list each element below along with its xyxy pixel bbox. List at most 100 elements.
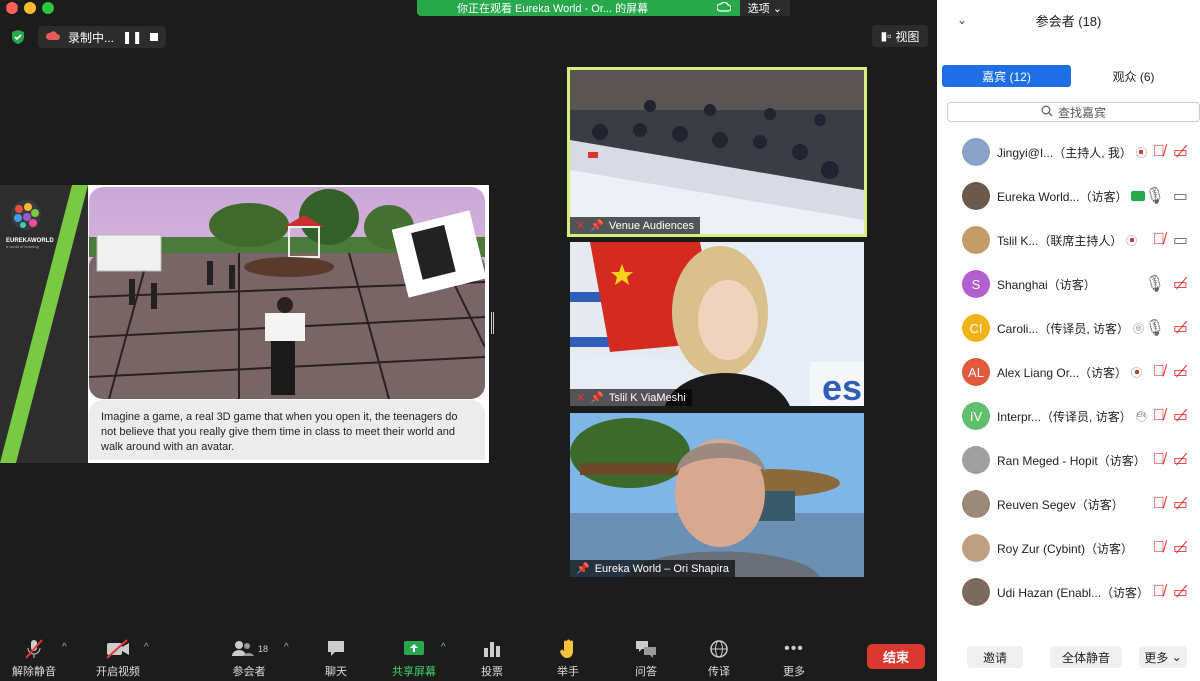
eureka-logo: EUREKAWORLD a world of learning xyxy=(6,199,56,249)
minimize-window-button[interactable] xyxy=(24,2,36,14)
list-item[interactable]: Jingyi@I...（主持人, 我） 🎙̸ ▭̸ xyxy=(937,130,1200,174)
split-view-divider[interactable] xyxy=(491,312,494,334)
avatar xyxy=(962,138,990,166)
panel-footer: 邀请 全体静音 更多 ⌄ xyxy=(937,644,1200,670)
video-off-icon[interactable]: ▭̸ xyxy=(1173,274,1188,294)
avatar: AL xyxy=(962,358,990,386)
chat-icon xyxy=(325,638,347,660)
view-button[interactable]: ▮▫ 视图 xyxy=(872,25,928,47)
unmute-button[interactable]: 解除静音 xyxy=(12,638,56,679)
participants-button[interactable]: 18 参会者 xyxy=(230,638,268,679)
shared-screen: EUREKAWORLD a world of learning Imagine … xyxy=(0,185,489,463)
recording-badge-icon xyxy=(1135,146,1147,158)
chat-button[interactable]: 聊天 xyxy=(325,638,347,679)
collapse-chevron-icon[interactable]: ⌄ xyxy=(957,13,967,27)
mic-muted-icon[interactable]: 🎙̸ xyxy=(1153,495,1165,513)
list-item[interactable]: Tslil K...（联席主持人） 🎙̸ ▭ xyxy=(937,218,1200,262)
video-tile-tslil[interactable]: es ✕ 📌 Tslil K ViaMeshi xyxy=(570,242,864,406)
participant-list: Jingyi@I...（主持人, 我） 🎙̸ ▭̸ Eureka World...… xyxy=(937,130,1200,614)
mic-muted-icon[interactable]: 🎙̸ xyxy=(1153,363,1165,381)
mic-muted-icon[interactable]: 🎙̸ xyxy=(1153,231,1165,249)
mic-muted-icon[interactable]: 🎙̸ xyxy=(1153,451,1165,469)
raise-hand-button[interactable]: 举手 xyxy=(557,638,579,679)
mic-muted-icon[interactable]: 🎙̸ xyxy=(1153,407,1165,425)
poll-label: 投票 xyxy=(481,666,503,678)
view-label: 视图 xyxy=(895,29,920,44)
list-item[interactable]: Udi Hazan (Enabl...（访客） 🎙̸ ▭̸ xyxy=(937,570,1200,614)
participants-options-caret[interactable]: ^ xyxy=(284,642,289,653)
screen-share-banner: 你正在观看 Eureka World - Or... 的屏幕 选项 ⌄ xyxy=(417,0,790,16)
video-tile-label: ✕ 📌 Tslil K ViaMeshi xyxy=(570,389,692,406)
interpretation-label: 传译 xyxy=(708,666,730,678)
meeting-toolbar: 解除静音 ^ 开启视频 ^ 18 参会者 ^ 聊天 共享屏幕 ^ 投票 举手 问… xyxy=(0,632,937,681)
interpretation-button[interactable]: 传译 xyxy=(708,638,730,679)
eureka-logo-icon xyxy=(11,200,41,230)
globe-icon xyxy=(708,638,730,660)
share-options-label: 选项 xyxy=(747,3,770,15)
share-screen-label: 共享屏幕 xyxy=(392,666,436,678)
tab-attendees[interactable]: 观众 (6) xyxy=(1071,65,1196,87)
qa-icon xyxy=(634,638,658,660)
video-off-icon[interactable]: ▭̸ xyxy=(1173,318,1188,338)
more-button[interactable]: ••• 更多 xyxy=(783,638,805,679)
share-options-button[interactable]: 选项 ⌄ xyxy=(739,0,790,16)
invite-button[interactable]: 邀请 xyxy=(967,646,1023,668)
qa-button[interactable]: 问答 xyxy=(634,638,658,679)
more-label: 更多 xyxy=(783,666,805,678)
mic-muted-icon[interactable]: 🎙̸ xyxy=(1153,143,1165,161)
video-tile-name: Tslil K ViaMeshi xyxy=(608,391,686,404)
video-off-icon[interactable]: ▭̸ xyxy=(1173,538,1188,558)
tab-panelists[interactable]: 嘉宾 (12) xyxy=(942,65,1071,87)
video-icon[interactable]: ▭ xyxy=(1173,230,1188,250)
list-item[interactable]: S Shanghai（访客） 🎙 ▭̸ xyxy=(937,262,1200,306)
pause-recording-button[interactable]: ❚❚ xyxy=(122,30,142,44)
list-item[interactable]: IV Interpr...（传译员, 访客） EN 🎙̸ ▭̸ xyxy=(937,394,1200,438)
mic-icon[interactable]: 🎙 xyxy=(1145,274,1165,294)
video-tile-venue[interactable]: ✕ 📌 Venue Audiences xyxy=(567,67,867,237)
search-icon xyxy=(1041,105,1053,120)
share-screen-button[interactable]: 共享屏幕 xyxy=(392,638,436,679)
list-item[interactable]: Roy Zur (Cybint)（访客） 🎙̸ ▭̸ xyxy=(937,526,1200,570)
video-off-icon[interactable]: ▭̸ xyxy=(1173,362,1188,382)
mic-icon[interactable]: 🎙 xyxy=(1145,186,1165,206)
audio-options-caret[interactable]: ^ xyxy=(62,642,67,653)
avatar xyxy=(962,578,990,606)
mic-icon[interactable]: 🎙 xyxy=(1145,318,1165,338)
mic-muted-icon: ✕ xyxy=(576,220,586,232)
mute-all-button[interactable]: 全体静音 xyxy=(1050,646,1122,668)
shield-icon[interactable] xyxy=(8,27,28,47)
pin-icon: 📌 xyxy=(590,392,604,404)
participant-name: Udi Hazan (Enabl...（访客） xyxy=(997,585,1150,600)
participant-search-input[interactable]: 查找嘉宾 xyxy=(947,102,1200,122)
video-off-icon[interactable]: ▭̸ xyxy=(1173,494,1188,514)
list-item[interactable]: Eureka World...（访客） 🎙 ▭ xyxy=(937,174,1200,218)
video-tile-ori[interactable]: 📌 Eureka World – Ori Shapira xyxy=(570,413,864,577)
mic-muted-icon: ✕ xyxy=(576,392,586,404)
poll-button[interactable]: 投票 xyxy=(481,638,503,679)
participants-icon: 18 xyxy=(230,638,268,660)
list-item[interactable]: Reuven Segev（访客） 🎙̸ ▭̸ xyxy=(937,482,1200,526)
close-window-button[interactable] xyxy=(6,2,18,14)
video-icon[interactable]: ▭ xyxy=(1173,186,1188,206)
video-off-icon[interactable]: ▭̸ xyxy=(1173,142,1188,162)
video-tile-name: Venue Audiences xyxy=(608,219,694,232)
mic-muted-icon[interactable]: 🎙̸ xyxy=(1153,539,1165,557)
video-options-caret[interactable]: ^ xyxy=(144,642,149,653)
video-off-icon[interactable]: ▭̸ xyxy=(1173,582,1188,602)
stop-recording-button[interactable] xyxy=(150,33,159,41)
video-off-icon[interactable]: ▭̸ xyxy=(1173,406,1188,426)
share-options-caret[interactable]: ^ xyxy=(441,642,446,653)
search-placeholder: 查找嘉宾 xyxy=(1057,105,1106,120)
mic-muted-icon[interactable]: 🎙̸ xyxy=(1153,583,1165,601)
participants-panel: ⌄ 参会者 (18) 嘉宾 (12) 观众 (6) 查找嘉宾 Jingyi@I.… xyxy=(937,0,1200,681)
list-item[interactable]: CI Caroli...（传译员, 访客） ◎ 🎙 ▭̸ xyxy=(937,306,1200,350)
zoom-window-button[interactable] xyxy=(42,2,54,14)
list-item[interactable]: AL Alex Liang Or...（访客） 🎙̸ ▭̸ xyxy=(937,350,1200,394)
panel-more-button[interactable]: 更多 ⌄ xyxy=(1139,646,1187,668)
start-video-button[interactable]: 开启视频 xyxy=(96,638,140,679)
video-off-icon[interactable]: ▭̸ xyxy=(1173,450,1188,470)
more-dots-icon: ••• xyxy=(784,640,804,657)
slide-caption: Imagine a game, a real 3D game that when… xyxy=(89,400,485,460)
end-meeting-button[interactable]: 结束 xyxy=(867,644,925,669)
list-item[interactable]: Ran Meged - Hopit（访客） 🎙̸ ▭̸ xyxy=(937,438,1200,482)
